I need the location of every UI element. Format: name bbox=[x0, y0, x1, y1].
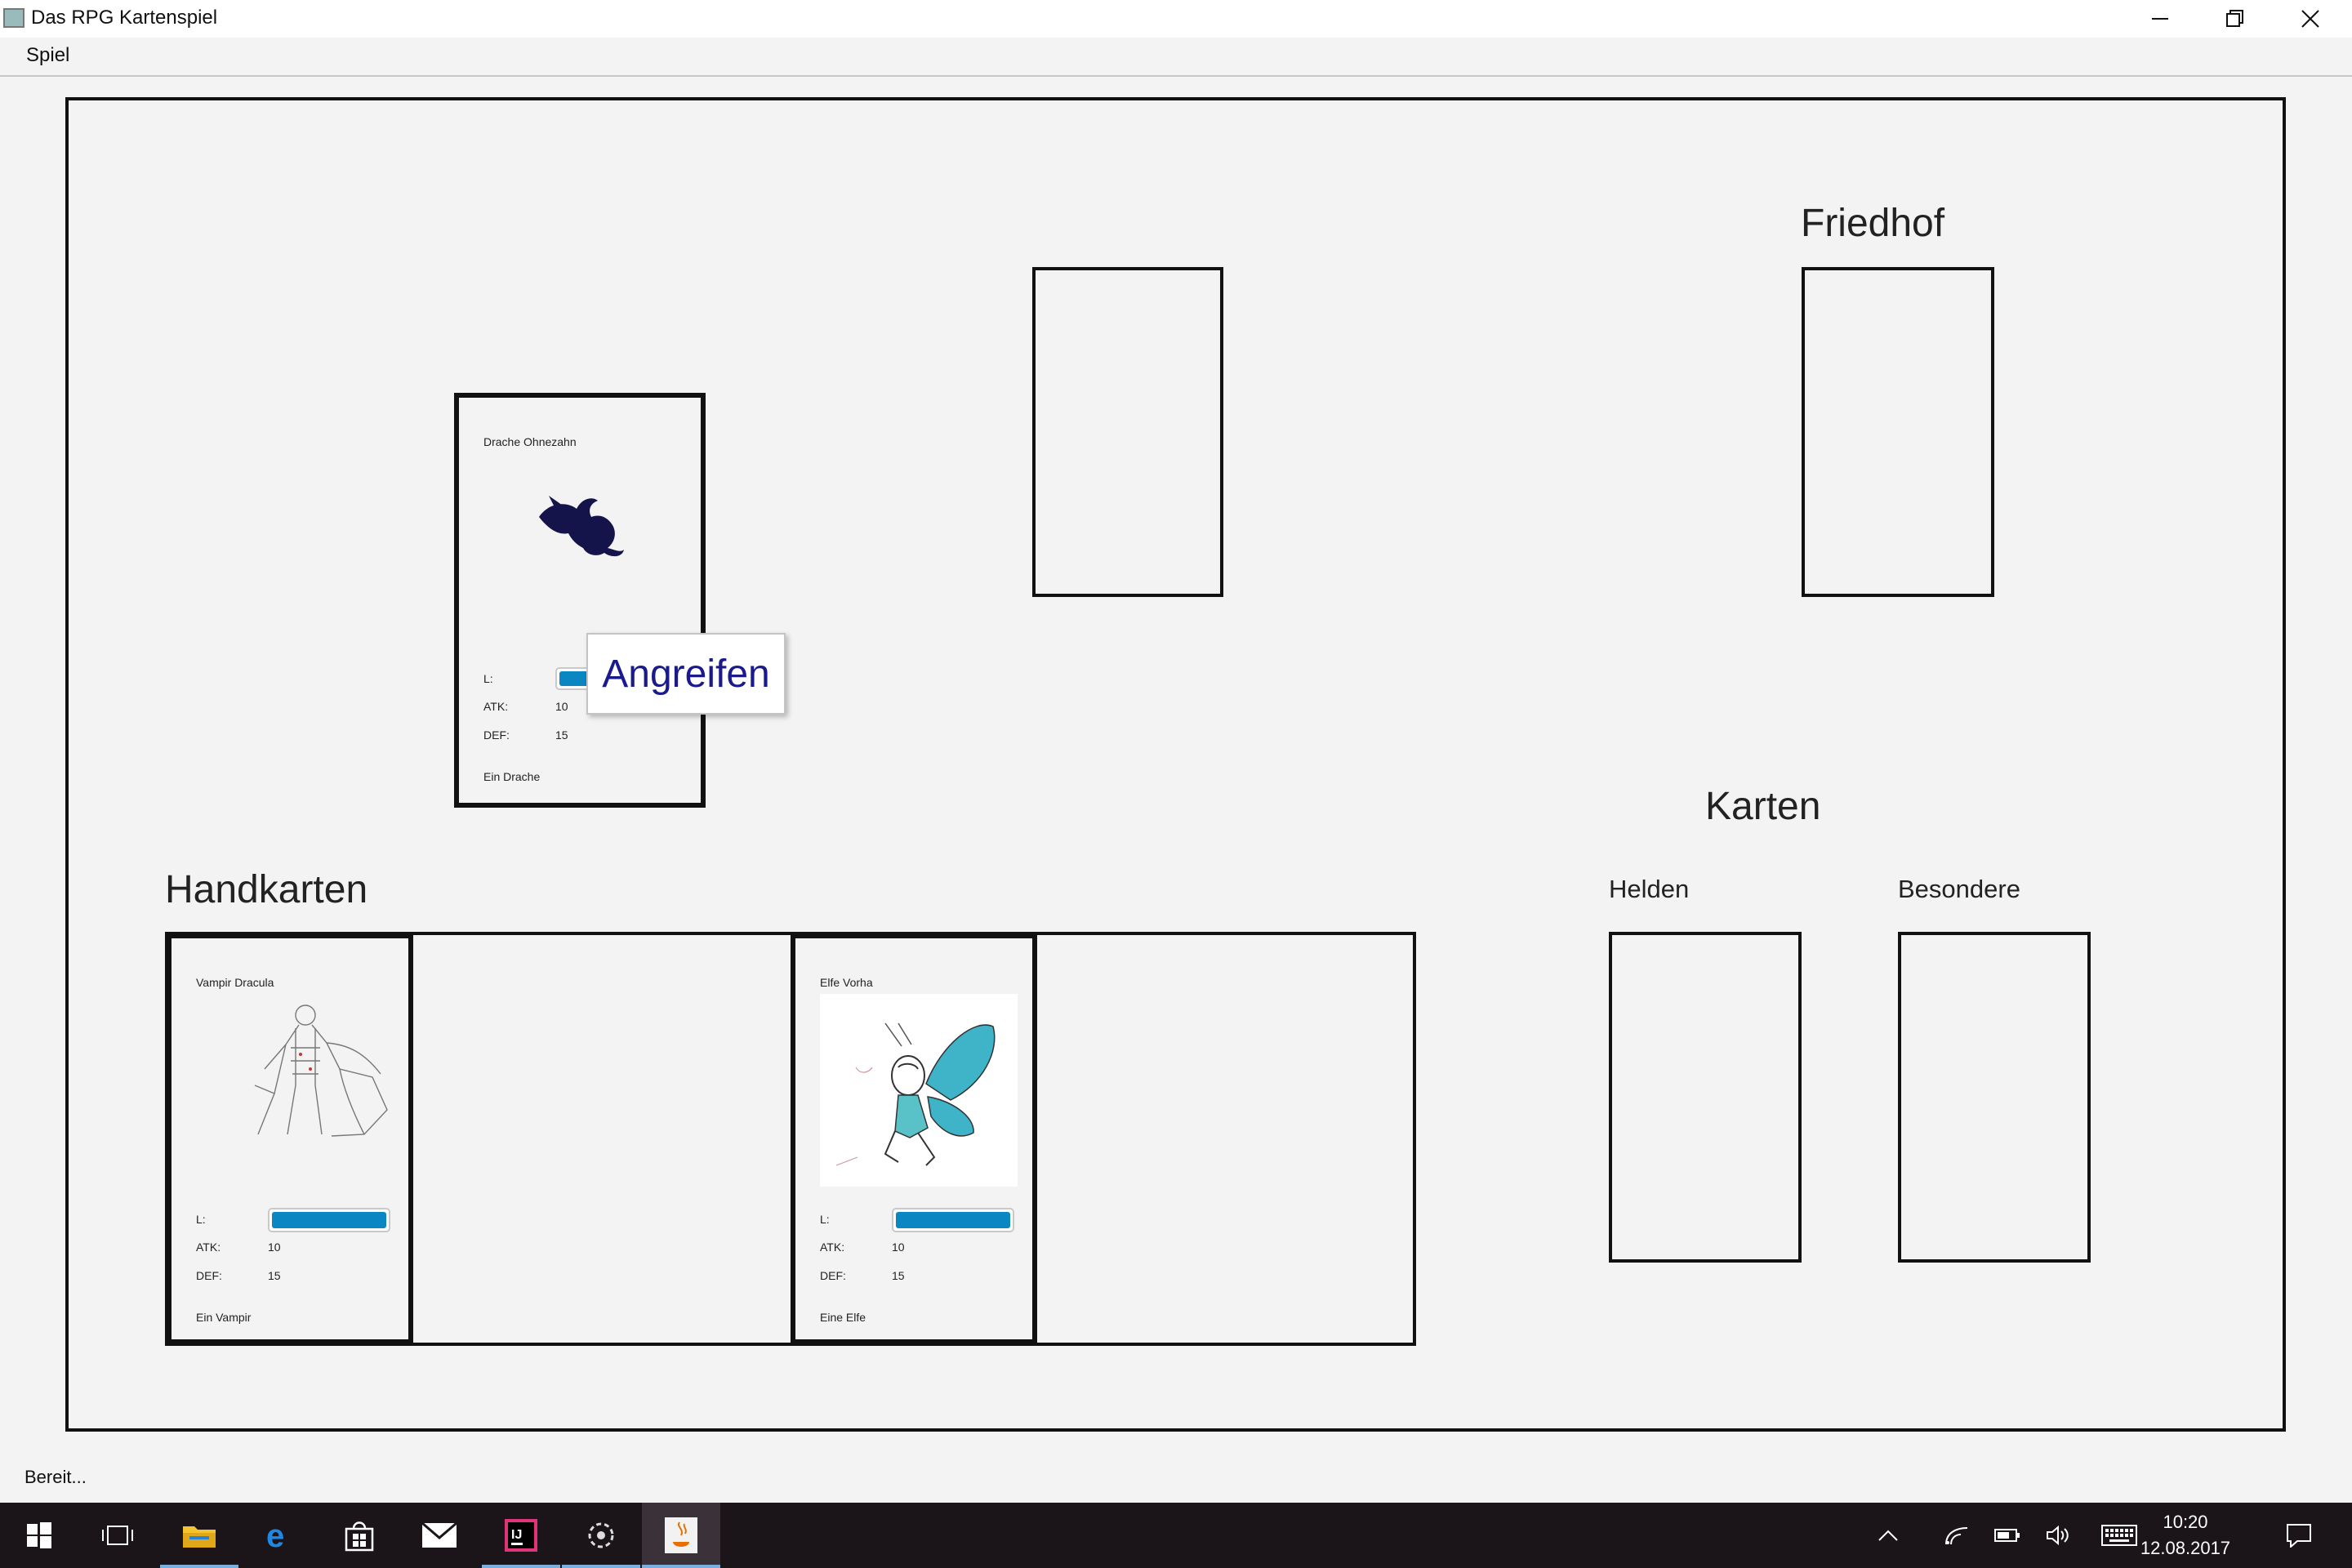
card-def-label: DEF: bbox=[196, 1269, 222, 1282]
card-life-fill bbox=[896, 1212, 1010, 1228]
card-life-fill bbox=[272, 1212, 386, 1228]
card-name: Elfe Vorha bbox=[820, 976, 873, 989]
attack-menu-item[interactable]: Angreifen bbox=[586, 633, 786, 715]
clock-date: 12.08.2017 bbox=[2140, 1538, 2231, 1558]
clock-time: 10:20 bbox=[2163, 1512, 2208, 1532]
card-name: Drache Ohnezahn bbox=[483, 435, 577, 448]
chevron-up-icon[interactable] bbox=[1864, 1503, 1913, 1568]
title-bar: Das RPG Kartenspiel bbox=[0, 0, 2352, 38]
card-def-label: DEF: bbox=[820, 1269, 846, 1282]
restore-icon bbox=[2226, 10, 2243, 27]
minimize-button[interactable] bbox=[2123, 0, 2197, 38]
mail-icon[interactable] bbox=[400, 1503, 479, 1568]
edge-icon[interactable]: e bbox=[240, 1503, 318, 1568]
card-life-label: L: bbox=[483, 672, 493, 685]
clock[interactable]: 10:20 12.08.2017 bbox=[2128, 1509, 2243, 1561]
card-name: Vampir Dracula bbox=[196, 976, 274, 989]
restore-button[interactable] bbox=[2198, 0, 2272, 38]
volume-icon[interactable] bbox=[2034, 1503, 2082, 1568]
menu-item-spiel[interactable]: Spiel bbox=[26, 44, 69, 67]
close-icon bbox=[2301, 10, 2319, 28]
status-text: Bereit... bbox=[24, 1467, 87, 1487]
field-slot-empty[interactable] bbox=[1032, 267, 1223, 597]
field-card-dragon[interactable]: Drache Ohnezahn L: ATK: 10 DEF: 15 Ein D… bbox=[454, 393, 706, 808]
card-description: Ein Vampir bbox=[196, 1311, 252, 1324]
card-def-label: DEF: bbox=[483, 728, 510, 742]
card-life-bar bbox=[268, 1208, 390, 1232]
fairy-drawing-icon bbox=[820, 994, 1018, 1187]
card-life-bar bbox=[892, 1208, 1014, 1232]
java-icon[interactable] bbox=[642, 1503, 720, 1568]
notification-icon[interactable] bbox=[2262, 1503, 2336, 1568]
card-atk-value: 10 bbox=[892, 1241, 905, 1254]
card-description: Ein Drache bbox=[483, 770, 541, 783]
window-title: Das RPG Kartenspiel bbox=[31, 7, 218, 29]
svg-text:IJ: IJ bbox=[511, 1528, 522, 1542]
card-atk-label: ATK: bbox=[820, 1241, 845, 1254]
card-atk-label: ATK: bbox=[196, 1241, 221, 1254]
card-life-label: L: bbox=[820, 1213, 830, 1226]
intellij-icon[interactable]: IJ bbox=[482, 1503, 560, 1568]
battery-icon[interactable] bbox=[1983, 1503, 2032, 1568]
hand-card-vampire[interactable]: Vampir Dracula L: ATK: 10 DEF: 15 Ein Va… bbox=[167, 933, 413, 1344]
taskbar: e IJ 10:20 12.08.2017 bbox=[0, 1503, 2352, 1568]
dragon-silhouette-icon bbox=[539, 496, 624, 557]
hand-card-elf[interactable]: Elfe Vorha L: ATK: 10 DEF: 15 Eine Elfe bbox=[791, 933, 1037, 1344]
helden-label: Helden bbox=[1609, 875, 1690, 903]
menu-bar: Spiel bbox=[0, 38, 2352, 77]
svg-text:e: e bbox=[266, 1519, 284, 1552]
vampire-sketch-icon bbox=[254, 1004, 388, 1137]
app-icon[interactable] bbox=[562, 1503, 640, 1568]
card-atk-value: 10 bbox=[268, 1241, 281, 1254]
card-def-value: 15 bbox=[892, 1269, 905, 1282]
card-atk-label: ATK: bbox=[483, 700, 509, 713]
close-button[interactable] bbox=[2274, 0, 2347, 38]
task-view-icon[interactable] bbox=[78, 1503, 157, 1568]
card-def-value: 15 bbox=[268, 1269, 281, 1282]
windows-start-icon[interactable] bbox=[0, 1503, 78, 1568]
card-def-value: 15 bbox=[555, 728, 568, 742]
app-window-icon bbox=[3, 8, 24, 28]
card-life-label: L: bbox=[196, 1213, 206, 1226]
minimize-icon bbox=[2152, 18, 2168, 20]
friedhof-label: Friedhof bbox=[1801, 202, 1945, 245]
wifi-icon[interactable] bbox=[1932, 1503, 1981, 1568]
karten-label: Karten bbox=[1705, 785, 1821, 828]
helden-deck-slot[interactable] bbox=[1609, 932, 1802, 1263]
card-atk-value: 10 bbox=[555, 700, 568, 713]
card-description: Eine Elfe bbox=[820, 1311, 866, 1324]
store-icon[interactable] bbox=[320, 1503, 399, 1568]
besondere-deck-slot[interactable] bbox=[1898, 932, 2091, 1263]
friedhof-slot[interactable] bbox=[1802, 267, 1994, 597]
besondere-label: Besondere bbox=[1898, 875, 2020, 903]
file-explorer-icon[interactable] bbox=[160, 1503, 238, 1568]
handkarten-label: Handkarten bbox=[165, 868, 368, 911]
